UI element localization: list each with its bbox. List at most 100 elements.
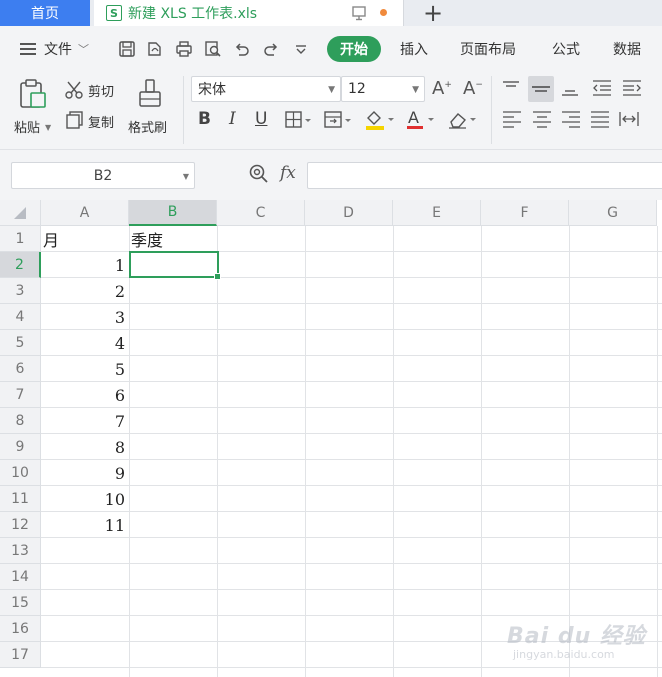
tab-insert[interactable]: 插入 (400, 39, 428, 59)
row-header-2[interactable]: 2 (0, 252, 41, 278)
zoom-search-icon[interactable] (248, 163, 270, 185)
new-tab-button[interactable]: + (420, 0, 446, 26)
cut-button[interactable]: 剪切 (62, 78, 122, 102)
grid-column-line (217, 226, 218, 677)
row-header-12[interactable]: 12 (0, 512, 41, 538)
customize-toolbar-icon[interactable] (292, 40, 310, 58)
distributed-align-icon[interactable] (617, 109, 641, 129)
cell-a7[interactable]: 6 (41, 382, 129, 408)
column-header-d[interactable]: D (305, 200, 393, 226)
align-center-icon[interactable] (530, 109, 554, 129)
row-header-15[interactable]: 15 (0, 590, 41, 616)
grid-column-line (657, 226, 658, 677)
undo-icon[interactable] (233, 40, 251, 58)
column-header-c[interactable]: C (217, 200, 305, 226)
spreadsheet-grid[interactable]: ABCDEFG 1 2 3 4 5 6 7 8 9 10 11 12 13 14 15 16 17 月季度 1 2 3… (0, 200, 662, 677)
align-middle-button[interactable] (528, 76, 554, 102)
underline-icon[interactable]: U (255, 109, 267, 129)
row-header-8[interactable]: 8 (0, 408, 41, 434)
save-icon[interactable] (118, 40, 136, 58)
cell-a11[interactable]: 10 (41, 486, 129, 512)
print-preview-icon[interactable] (204, 40, 222, 58)
justify-icon[interactable] (588, 109, 612, 129)
copy-button[interactable]: 复制 (62, 109, 122, 133)
row-header-1[interactable]: 1 (0, 226, 41, 252)
cell-a6[interactable]: 5 (41, 356, 129, 382)
cell-a8[interactable]: 7 (41, 408, 129, 434)
cell-a5[interactable]: 4 (41, 330, 129, 356)
cell-a1[interactable]: 月 (41, 226, 129, 252)
cell-a4[interactable]: 3 (41, 304, 129, 330)
align-top-icon[interactable] (500, 78, 522, 98)
format-painter-button[interactable]: 格式刷 (124, 76, 178, 144)
tab-start[interactable]: 开始 (327, 36, 381, 62)
column-header-f[interactable]: F (481, 200, 569, 226)
row-header-10[interactable]: 10 (0, 460, 41, 486)
print-icon[interactable] (175, 40, 193, 58)
formula-bar: B2 ▼ (0, 150, 662, 200)
row-header-4[interactable]: 4 (0, 304, 41, 330)
monitor-icon[interactable] (352, 5, 366, 21)
border-icon[interactable] (285, 110, 313, 130)
row-header-13[interactable]: 13 (0, 538, 41, 564)
cell-b1[interactable]: 季度 (129, 226, 217, 252)
font-color-icon[interactable]: A (405, 109, 437, 131)
grid-row-line (41, 511, 662, 512)
baidu-jingyan-watermark: Bai du 经验 jingyan.baidu.com (505, 618, 655, 668)
cell-a12[interactable]: 11 (41, 512, 129, 538)
row-header-16[interactable]: 16 (0, 616, 41, 642)
align-right-icon[interactable] (559, 109, 583, 129)
italic-icon[interactable]: I (229, 109, 236, 129)
formula-input[interactable] (307, 162, 662, 189)
cell-a3[interactable]: 2 (41, 278, 129, 304)
tab-formulas[interactable]: 公式 (552, 39, 580, 59)
paste-dropdown-icon[interactable]: ▼ (45, 123, 51, 132)
increase-font-icon[interactable]: A+ (432, 78, 452, 99)
increase-indent-icon[interactable] (620, 78, 644, 98)
decrease-indent-icon[interactable] (590, 78, 614, 98)
grid-row-line (41, 355, 662, 356)
watermark-url: jingyan.baidu.com (513, 648, 615, 661)
row-header-9[interactable]: 9 (0, 434, 41, 460)
align-left-icon[interactable] (500, 109, 524, 129)
file-menu[interactable]: 文件 ﹀ (20, 39, 89, 59)
export-pdf-icon[interactable] (146, 40, 164, 58)
font-size-select[interactable]: 12 ▼ (341, 76, 425, 102)
ribbon: 粘贴 ▼ 剪切 复制 格式刷 宋体 ▼ 12 ▼ A+ A− B I U A (0, 72, 662, 150)
clear-format-icon[interactable] (446, 109, 480, 131)
tab-data[interactable]: 数据 (613, 39, 641, 59)
name-box[interactable]: B2 ▼ (11, 162, 195, 189)
select-all-corner[interactable] (0, 200, 41, 226)
row-header-7[interactable]: 7 (0, 382, 41, 408)
bold-icon[interactable]: B (198, 109, 211, 129)
row-header-11[interactable]: 11 (0, 486, 41, 512)
row-header-3[interactable]: 3 (0, 278, 41, 304)
row-header-6[interactable]: 6 (0, 356, 41, 382)
row-header-5[interactable]: 5 (0, 330, 41, 356)
font-name-select[interactable]: 宋体 ▼ (191, 76, 341, 102)
file-menu-label: 文件 (44, 42, 72, 58)
chevron-down-icon: ▼ (328, 85, 335, 95)
document-tab[interactable]: S 新建 XLS 工作表.xls (94, 0, 404, 26)
paste-button[interactable]: 粘贴 ▼ (10, 76, 54, 144)
column-header-g[interactable]: G (569, 200, 657, 226)
cell-a9[interactable]: 8 (41, 434, 129, 460)
column-header-e[interactable]: E (393, 200, 481, 226)
fill-color-icon[interactable] (364, 109, 398, 131)
home-tab[interactable]: 首页 (0, 0, 90, 26)
hamburger-icon (20, 43, 36, 55)
active-cell-selection[interactable] (129, 251, 221, 280)
redo-icon[interactable] (262, 40, 280, 58)
row-header-14[interactable]: 14 (0, 564, 41, 590)
tab-page-layout[interactable]: 页面布局 (460, 39, 516, 59)
column-header-b[interactable]: B (129, 200, 217, 226)
grid-column-line (481, 226, 482, 677)
function-icon[interactable]: fx (280, 163, 296, 183)
row-header-17[interactable]: 17 (0, 642, 41, 668)
merge-cells-icon[interactable] (324, 110, 354, 130)
align-bottom-icon[interactable] (559, 78, 581, 98)
cell-a2[interactable]: 1 (41, 252, 129, 278)
decrease-font-icon[interactable]: A− (463, 78, 483, 99)
cell-a10[interactable]: 9 (41, 460, 129, 486)
column-header-a[interactable]: A (41, 200, 129, 226)
